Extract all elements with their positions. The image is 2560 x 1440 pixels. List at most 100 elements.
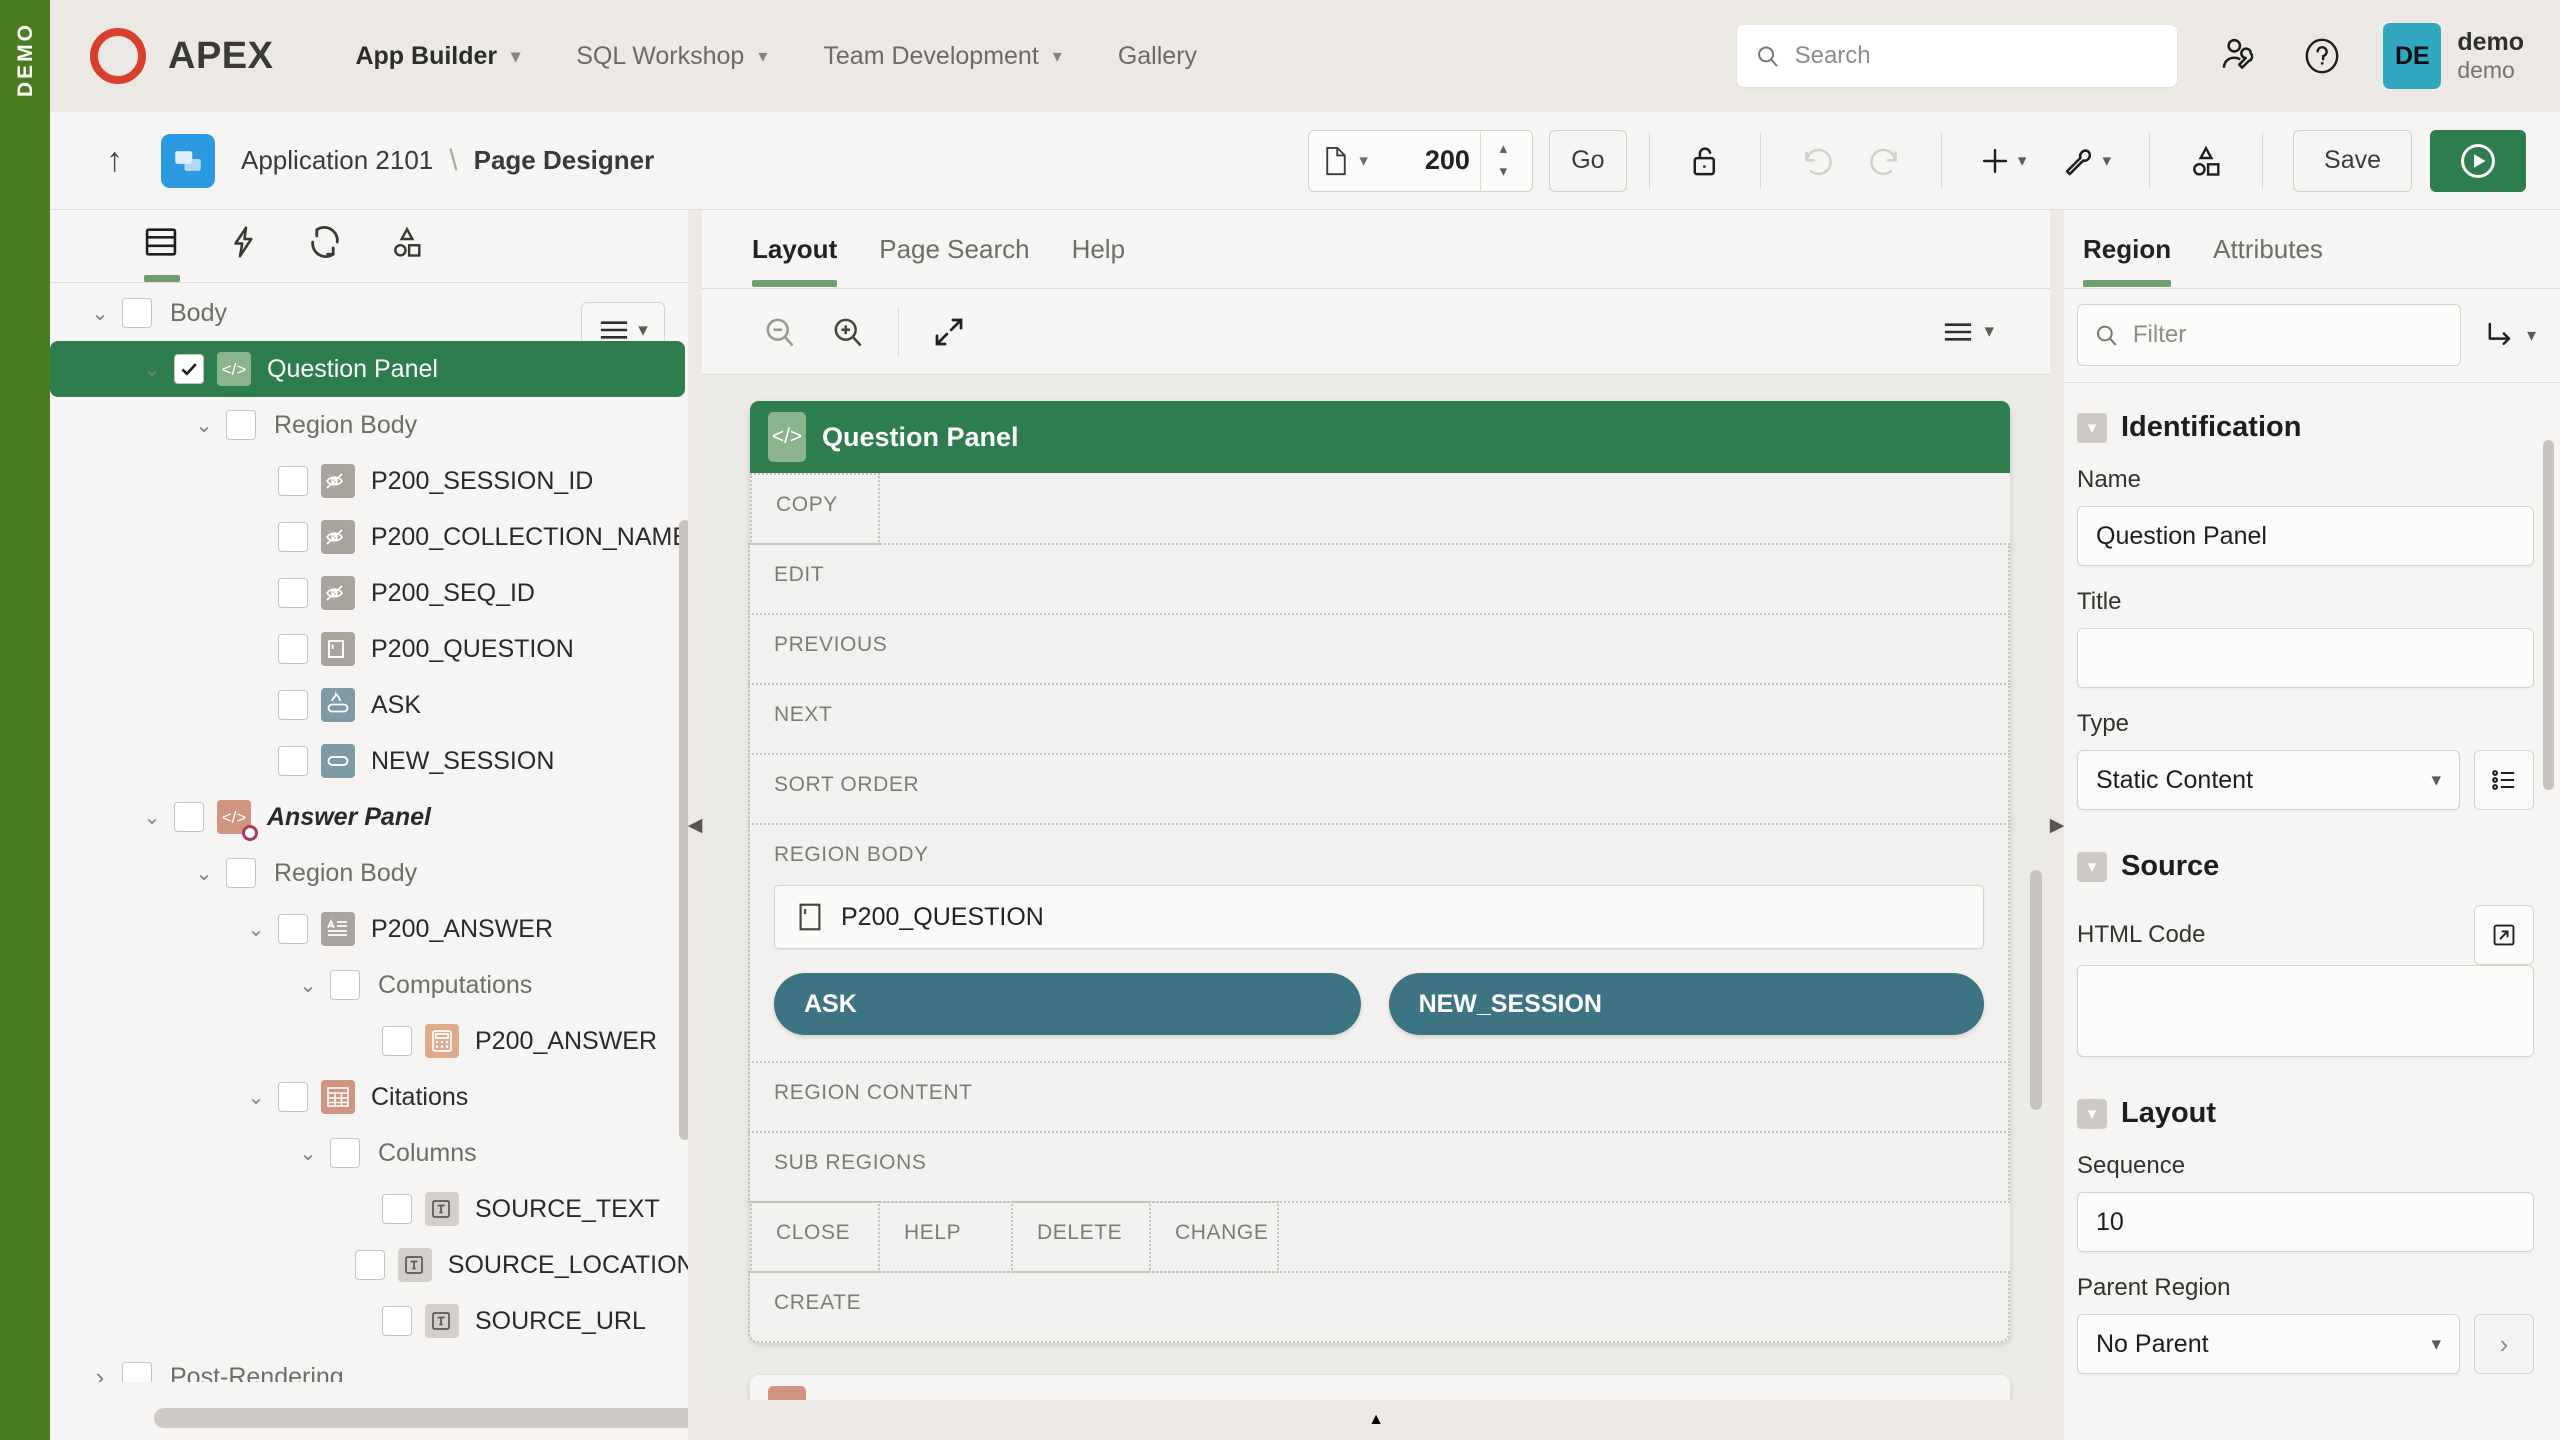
canvas-button-new-session[interactable]: NEW_SESSION	[1388, 973, 1984, 1035]
tree-node-checkbox[interactable]	[382, 1026, 412, 1056]
chevron-down-icon[interactable]: ⌄	[78, 301, 122, 326]
region-header[interactable]: </> Answer Panel	[750, 1375, 2010, 1400]
chevron-down-icon[interactable]: ⌄	[182, 861, 226, 886]
property-group-source[interactable]: ▾ Source	[2077, 850, 2534, 883]
undo-icon[interactable]	[1783, 144, 1851, 178]
shapes-icon[interactable]	[2172, 143, 2240, 179]
chevron-down-icon[interactable]: ▾	[2102, 151, 2111, 171]
slot-edit[interactable]: EDIT	[748, 543, 2010, 615]
slot-help[interactable]: HELP	[878, 1201, 1013, 1273]
zoom-out-icon[interactable]	[746, 314, 814, 350]
global-search[interactable]	[1737, 25, 2178, 87]
tree-node[interactable]: ⌄ Columns	[50, 1125, 701, 1181]
stepper-down-icon[interactable]: ▾	[1500, 161, 1508, 184]
tree-node[interactable]: ⌄NEW_SESSION	[50, 733, 701, 789]
help-icon[interactable]	[2301, 35, 2343, 77]
lock-icon[interactable]	[1672, 142, 1738, 180]
account-tools-icon[interactable]	[2217, 34, 2261, 78]
tab-attributes[interactable]: Attributes	[2213, 234, 2323, 287]
slot-sort-order[interactable]: SORT ORDER	[748, 753, 2010, 825]
go-to-group-button[interactable]: ▾	[2483, 319, 2536, 351]
right-panel-vertical-scrollbar[interactable]	[2543, 440, 2554, 790]
tree-node-checkbox[interactable]	[278, 466, 308, 496]
canvas-button-ask[interactable]: ASK	[774, 973, 1361, 1035]
nav-item-sql-workshop[interactable]: SQL Workshop ▾	[548, 0, 795, 112]
tree-node[interactable]: ⌄P200_SEQ_ID	[50, 565, 701, 621]
tree-node[interactable]: ⌄ Region Body	[50, 845, 701, 901]
slot-next[interactable]: NEXT	[748, 683, 2010, 755]
region-header[interactable]: </> Question Panel	[750, 401, 2010, 473]
tree-node-checkbox[interactable]	[278, 690, 308, 720]
layout-options-menu-icon[interactable]: ▾	[1926, 320, 2010, 344]
slot-create[interactable]: CREATE	[748, 1271, 2010, 1343]
tree-node[interactable]: ⌄ Citations	[50, 1069, 701, 1125]
tree-node-checkbox[interactable]	[226, 858, 256, 888]
create-icon[interactable]: ▾	[1964, 146, 2043, 176]
canvas-item-p200-question[interactable]: P200_QUESTION	[774, 885, 1984, 949]
chevron-down-icon[interactable]: ⌄	[234, 917, 278, 942]
left-panel-horizontal-scrollbar[interactable]	[154, 1408, 701, 1428]
tree-node[interactable]: ⌄ASK	[50, 677, 701, 733]
search-input[interactable]	[1794, 42, 2160, 70]
property-group-identification[interactable]: ▾ Identification	[2077, 411, 2534, 444]
tree-node-checkbox[interactable]	[354, 1250, 385, 1280]
tree-node[interactable]: ⌄ P200_ANSWER	[50, 901, 701, 957]
property-textarea-html-code[interactable]	[2077, 965, 2534, 1057]
redo-icon[interactable]	[1851, 144, 1919, 178]
property-filter[interactable]	[2077, 304, 2461, 366]
chevron-down-icon[interactable]: ▾	[2077, 412, 2107, 443]
chevron-down-icon[interactable]: ▾	[1359, 151, 1368, 171]
open-code-editor-button[interactable]	[2474, 905, 2534, 965]
right-splitter[interactable]: ▶	[2050, 210, 2064, 1440]
tree-node-checkbox[interactable]	[330, 970, 360, 1000]
list-of-values-button[interactable]	[2474, 750, 2534, 810]
tree-node-checkbox[interactable]	[122, 1362, 152, 1382]
zoom-in-icon[interactable]	[814, 314, 882, 350]
utilities-icon[interactable]: ▾	[2042, 144, 2127, 178]
page-selector[interactable]: ▾ ▴ ▾	[1308, 129, 1533, 192]
tree-node[interactable]: ⌄SOURCE_LOCATION	[50, 1237, 701, 1293]
go-button[interactable]: Go	[1548, 129, 1627, 192]
slot-sub-regions[interactable]: SUB REGIONS	[748, 1131, 2010, 1203]
application-icon[interactable]	[161, 133, 215, 188]
property-group-layout[interactable]: ▾ Layout	[2077, 1097, 2534, 1130]
center-panel-vertical-scrollbar[interactable]	[2030, 870, 2042, 1110]
chevron-down-icon[interactable]: ▾	[2077, 851, 2107, 882]
tree-node[interactable]: ⌄P200_SESSION_ID	[50, 453, 701, 509]
slot-region-body[interactable]: REGION BODY P200_QUESTION ASK NEW_SESSIO…	[748, 823, 2010, 1063]
chevron-down-icon[interactable]: ⌄	[130, 805, 174, 830]
tree-node-checkbox[interactable]	[122, 298, 152, 328]
chevron-down-icon[interactable]: ⌄	[234, 1085, 278, 1110]
avatar[interactable]: DE	[2383, 23, 2442, 89]
tree-node[interactable]: ⌄ </> Question Panel	[50, 341, 685, 397]
slot-region-content[interactable]: REGION CONTENT	[748, 1061, 2010, 1133]
up-arrow-icon[interactable]: ↑	[90, 141, 139, 180]
tree-node[interactable]: › Post-Rendering	[50, 1349, 701, 1382]
expand-icon[interactable]	[915, 314, 983, 350]
chevron-down-icon[interactable]: ▾	[2077, 1098, 2107, 1129]
tree-node[interactable]: ⌄ Computations	[50, 957, 701, 1013]
tree-node-checkbox[interactable]	[278, 634, 308, 664]
chevron-right-icon[interactable]: ›	[78, 1362, 122, 1383]
user-menu[interactable]: DE demo demo	[2383, 23, 2524, 89]
page-number-stepper[interactable]: ▴ ▾	[1479, 129, 1526, 192]
slot-change[interactable]: CHANGE	[1149, 1201, 1279, 1273]
tree-node-checkbox[interactable]	[277, 522, 308, 552]
tree-node-checkbox[interactable]	[174, 354, 204, 384]
tree-node-checkbox[interactable]	[382, 1306, 412, 1336]
tree-node[interactable]: ⌄SOURCE_URL	[50, 1293, 701, 1349]
chevron-down-icon[interactable]: ⌄	[130, 357, 174, 382]
breadcrumb-application[interactable]: Application 2101	[241, 145, 433, 176]
tree-node[interactable]: ⌄ </> Answer Panel	[50, 789, 701, 845]
tree-node[interactable]: ⌄SOURCE_TEXT	[50, 1181, 701, 1237]
property-input-sequence[interactable]: 10	[2077, 1192, 2534, 1252]
nav-item-app-builder[interactable]: App Builder ▾	[327, 0, 548, 112]
tab-help[interactable]: Help	[1072, 234, 1125, 287]
tree-node-checkbox[interactable]	[174, 802, 204, 832]
property-select-type[interactable]: Static Content ▾	[2077, 750, 2460, 810]
apex-logo-icon[interactable]	[90, 28, 146, 84]
sidebar-item-page-shared-components[interactable]	[366, 210, 448, 274]
property-select-parent-region[interactable]: No Parent ▾	[2077, 1314, 2460, 1374]
tab-region[interactable]: Region	[2083, 234, 2172, 287]
tree-node-checkbox[interactable]	[278, 1082, 308, 1112]
